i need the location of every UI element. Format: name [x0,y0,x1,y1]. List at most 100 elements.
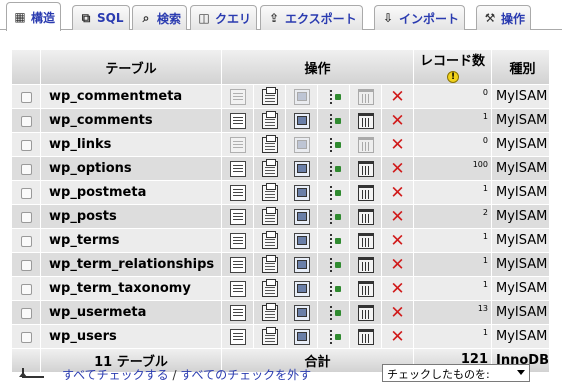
browse-action[interactable] [222,325,253,348]
with-selected-dropdown[interactable]: チェックしたものを: [382,364,530,382]
table-name[interactable]: wp_options [41,157,221,180]
table-name[interactable]: wp_term_taxonomy [41,277,221,300]
table-name[interactable]: wp_posts [41,205,221,228]
browse-action[interactable] [222,301,253,324]
empty-table-action[interactable] [350,133,381,156]
row-checkbox[interactable] [20,259,32,271]
drop-action[interactable]: ✕ [382,325,413,348]
table-name[interactable]: wp_users [41,325,221,348]
structure-action[interactable] [254,325,285,348]
tab-search[interactable]: ⌕ 検索 [132,5,188,30]
row-checkbox[interactable] [20,187,32,199]
empty-table-action[interactable] [350,229,381,252]
drop-action[interactable]: ✕ [382,181,413,204]
tab-import[interactable]: ⇩ インポート [374,5,466,30]
table-name[interactable]: wp_postmeta [41,181,221,204]
uncheck-all-link[interactable]: すべてのチェックを外す [180,368,311,382]
search-action[interactable] [286,277,317,300]
row-checkbox[interactable] [20,139,32,151]
drop-action[interactable]: ✕ [382,205,413,228]
browse-action[interactable] [222,253,253,276]
structure-action[interactable] [254,253,285,276]
table-column-header[interactable]: テーブル [41,50,221,84]
empty-table-action[interactable] [350,109,381,132]
table-name[interactable]: wp_terms [41,229,221,252]
row-checkbox[interactable] [20,163,32,175]
search-action[interactable] [286,253,317,276]
insert-action[interactable] [318,229,349,252]
row-checkbox[interactable] [20,307,32,319]
browse-action[interactable] [222,229,253,252]
table-name[interactable]: wp_comments [41,109,221,132]
structure-action[interactable] [254,205,285,228]
table-name[interactable]: wp_term_relationships [41,253,221,276]
structure-action[interactable] [254,277,285,300]
table-name[interactable]: wp_commentmeta [41,85,221,108]
browse-action[interactable] [222,109,253,132]
table-name[interactable]: wp_links [41,133,221,156]
drop-action[interactable]: ✕ [382,157,413,180]
tab-query[interactable]: ◫ クエリ [190,5,258,30]
row-checkbox[interactable] [20,115,32,127]
structure-action[interactable] [254,109,285,132]
structure-action[interactable] [254,85,285,108]
insert-action[interactable] [318,325,349,348]
structure-action[interactable] [254,133,285,156]
empty-table-action[interactable] [350,85,381,108]
warning-icon[interactable]: ! [447,70,459,83]
browse-action[interactable] [222,85,253,108]
browse-action[interactable] [222,277,253,300]
insert-action[interactable] [318,205,349,228]
browse-action[interactable] [222,181,253,204]
table-name[interactable]: wp_usermeta [41,301,221,324]
search-action[interactable] [286,133,317,156]
search-action[interactable] [286,229,317,252]
check-all-link[interactable]: すべてチェックする [62,368,169,382]
drop-action[interactable]: ✕ [382,277,413,300]
empty-table-action[interactable] [350,301,381,324]
empty-table-action[interactable] [350,205,381,228]
insert-action[interactable] [318,85,349,108]
browse-action[interactable] [222,205,253,228]
search-action[interactable] [286,205,317,228]
drop-action[interactable]: ✕ [382,301,413,324]
empty-table-action[interactable] [350,325,381,348]
tab-table-structure[interactable]: ▦ 構造 [6,2,62,31]
insert-action[interactable] [318,253,349,276]
empty-table-action[interactable] [350,157,381,180]
search-action[interactable] [286,325,317,348]
drop-action[interactable]: ✕ [382,253,413,276]
tab-sql[interactable]: ⧉ SQL [72,5,130,30]
row-checkbox[interactable] [20,283,32,295]
insert-action[interactable] [318,181,349,204]
browse-action[interactable] [222,133,253,156]
drop-action[interactable]: ✕ [382,229,413,252]
insert-action[interactable] [318,277,349,300]
insert-action[interactable] [318,109,349,132]
empty-table-action[interactable] [350,253,381,276]
tab-wrench[interactable]: ⚒ 操作 [476,5,532,30]
search-action[interactable] [286,85,317,108]
browse-action[interactable] [222,157,253,180]
drop-action[interactable]: ✕ [382,133,413,156]
empty-table-action[interactable] [350,181,381,204]
insert-action[interactable] [318,157,349,180]
search-action[interactable] [286,181,317,204]
row-checkbox[interactable] [20,331,32,343]
structure-action[interactable] [254,229,285,252]
insert-action[interactable] [318,301,349,324]
drop-action[interactable]: ✕ [382,85,413,108]
insert-action[interactable] [318,133,349,156]
structure-action[interactable] [254,301,285,324]
search-action[interactable] [286,301,317,324]
records-column-header[interactable]: レコード数! [414,50,491,84]
empty-table-action[interactable] [350,277,381,300]
row-checkbox[interactable] [20,235,32,247]
row-checkbox[interactable] [20,91,32,103]
structure-action[interactable] [254,181,285,204]
drop-action[interactable]: ✕ [382,109,413,132]
type-column-header[interactable]: 種別 [492,50,549,84]
row-checkbox[interactable] [20,211,32,223]
search-action[interactable] [286,109,317,132]
tab-export[interactable]: ⇪ エクスポート [260,5,363,30]
